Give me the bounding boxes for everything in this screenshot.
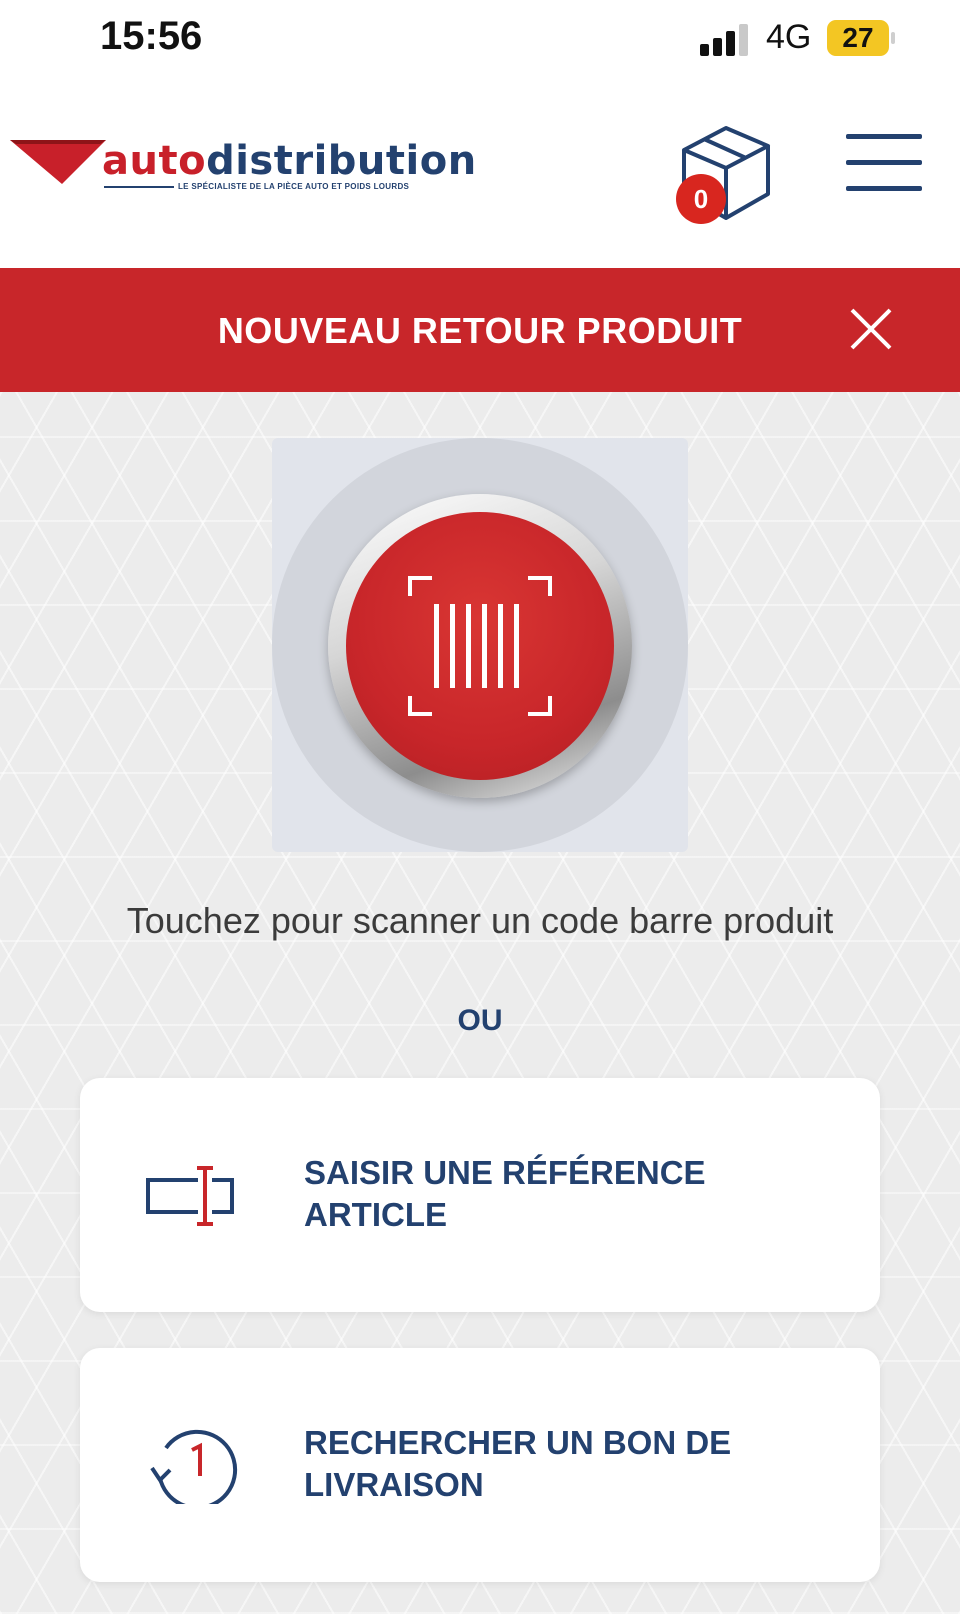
status-bar: 15:56 4G 27 <box>0 0 960 80</box>
scan-area <box>272 438 688 852</box>
history-clock-icon <box>150 1429 238 1504</box>
close-icon[interactable] <box>846 304 896 354</box>
battery-cap <box>891 32 895 44</box>
scan-caption: Touchez pour scanner un code barre produ… <box>126 900 834 941</box>
logo-chevron-icon <box>10 140 106 184</box>
text-input-cursor-icon <box>146 1166 234 1226</box>
logo-underline <box>104 186 174 188</box>
main-content: Touchez pour scanner un code barre produ… <box>0 392 960 1614</box>
search-delivery-note-label: RECHERCHER UN BON DE LIVRAISON <box>304 1424 732 1503</box>
logo-tagline: LE SPÉCIALISTE DE LA PIÈCE AUTO ET POIDS… <box>178 182 410 191</box>
enter-reference-button[interactable]: SAISIR UNE RÉFÉRENCE ARTICLE <box>80 1078 880 1312</box>
battery-indicator: 27 <box>827 20 895 56</box>
cart-count-badge: 0 <box>676 174 726 224</box>
page-title: NOUVEAU RETOUR PRODUIT <box>217 310 743 351</box>
search-delivery-note-button[interactable]: RECHERCHER UN BON DE LIVRAISON <box>80 1348 880 1582</box>
signal-icon <box>700 24 748 56</box>
status-time: 15:56 <box>100 14 203 58</box>
barcode-scan-icon <box>408 576 552 716</box>
enter-reference-label: SAISIR UNE RÉFÉRENCE ARTICLE <box>304 1154 706 1233</box>
app-header: autodistribution LE SPÉCIALISTE DE LA PI… <box>0 80 960 268</box>
logo-wordmark: autodistribution <box>102 138 477 184</box>
or-separator: OU <box>457 1004 503 1037</box>
autodistribution-logo[interactable]: autodistribution LE SPÉCIALISTE DE LA PI… <box>10 136 476 216</box>
battery-level: 27 <box>842 22 874 53</box>
network-type: 4G <box>766 18 812 56</box>
page-title-banner: NOUVEAU RETOUR PRODUIT <box>0 268 960 392</box>
hamburger-menu-icon[interactable] <box>846 134 922 194</box>
